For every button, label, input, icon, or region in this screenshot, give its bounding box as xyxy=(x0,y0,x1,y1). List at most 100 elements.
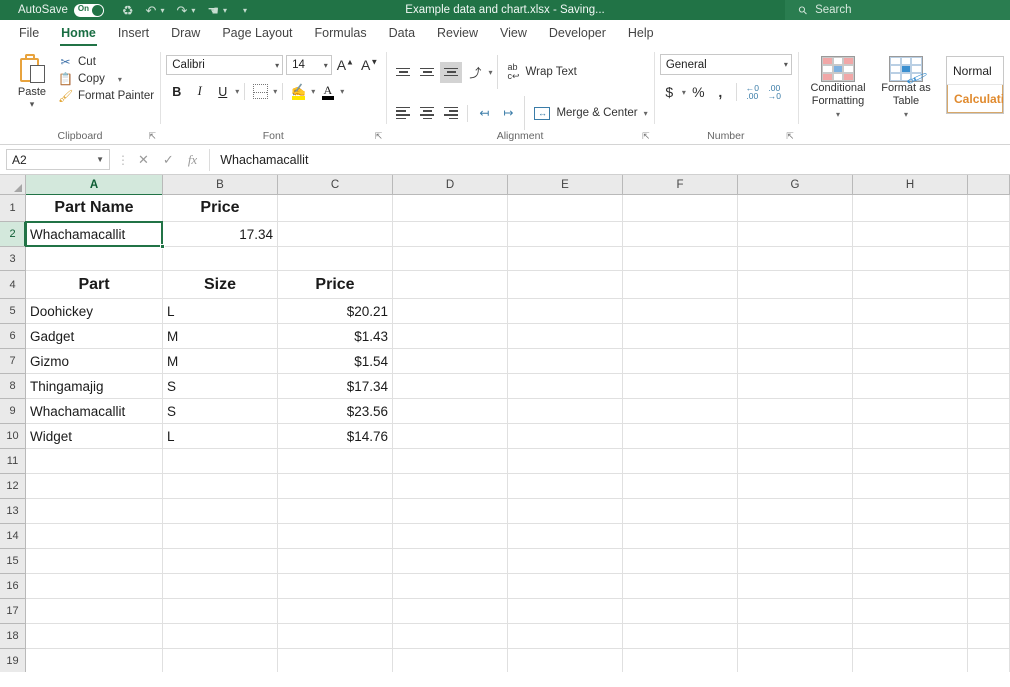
merge-center-chevron-down-icon[interactable]: ▾ xyxy=(644,109,648,118)
cell-C4[interactable]: Price xyxy=(278,271,393,298)
name-box[interactable]: A2 ▼ xyxy=(6,149,110,170)
cell-B18[interactable] xyxy=(163,624,278,648)
row-header-18[interactable]: 18 xyxy=(0,624,25,649)
row-header-3[interactable]: 3 xyxy=(0,247,25,271)
cell-G3[interactable] xyxy=(738,247,853,270)
cell-F7[interactable] xyxy=(623,349,738,373)
cut-button[interactable]: ✂ Cut xyxy=(58,55,154,69)
cell-B7[interactable]: M xyxy=(163,349,278,373)
redo-chevron-down-icon[interactable]: ▾ xyxy=(191,6,195,15)
touch-mode-icon[interactable]: ☚ xyxy=(207,4,219,17)
cell-A1[interactable]: Part Name xyxy=(26,195,163,221)
cell-A5[interactable]: Doohickey xyxy=(26,299,163,323)
cell-E9[interactable] xyxy=(508,399,623,423)
cell-H9[interactable] xyxy=(853,399,968,423)
orientation-button[interactable]: ⤴ xyxy=(464,62,486,83)
cell-B14[interactable] xyxy=(163,524,278,548)
accounting-chevron-down-icon[interactable]: ▾ xyxy=(682,88,686,97)
cell-D13[interactable] xyxy=(393,499,508,523)
cell-H3[interactable] xyxy=(853,247,968,270)
row-header-9[interactable]: 9 xyxy=(0,399,25,424)
percent-format-button[interactable]: % xyxy=(689,82,708,102)
insert-function-icon[interactable]: fx xyxy=(188,152,197,168)
cell-C11[interactable] xyxy=(278,449,393,473)
tab-home[interactable]: Home xyxy=(50,23,107,47)
cell-H12[interactable] xyxy=(853,474,968,498)
cell-D6[interactable] xyxy=(393,324,508,348)
cell-E3[interactable] xyxy=(508,247,623,270)
decrease-font-size-button[interactable]: A▼ xyxy=(359,57,380,73)
cell-C3[interactable] xyxy=(278,247,393,270)
fill-color-chevron-down-icon[interactable]: ▾ xyxy=(311,87,315,96)
number-dialog-launcher-icon[interactable]: ⇱ xyxy=(786,131,794,142)
cell-C15[interactable] xyxy=(278,549,393,573)
cell-C7[interactable]: $1.54 xyxy=(278,349,393,373)
cell-E12[interactable] xyxy=(508,474,623,498)
cell-D11[interactable] xyxy=(393,449,508,473)
cell-G8[interactable] xyxy=(738,374,853,398)
cell-H11[interactable] xyxy=(853,449,968,473)
tab-help[interactable]: Help xyxy=(617,23,665,47)
tab-file[interactable]: File xyxy=(8,23,50,47)
cell-B5[interactable]: L xyxy=(163,299,278,323)
cell-E14[interactable] xyxy=(508,524,623,548)
cell-C14[interactable] xyxy=(278,524,393,548)
cell-H6[interactable] xyxy=(853,324,968,348)
comma-format-button[interactable]: , xyxy=(711,82,730,102)
cell-G2[interactable] xyxy=(738,222,853,246)
column-header-F[interactable]: F xyxy=(623,175,738,195)
conditional-formatting-button[interactable]: Conditional Formatting ▾ xyxy=(804,52,872,121)
format-painter-button[interactable]: 🖌 Format Painter xyxy=(58,89,154,103)
column-header-C[interactable]: C xyxy=(278,175,393,195)
fill-color-button[interactable]: ✍ xyxy=(288,81,309,102)
cell-E11[interactable] xyxy=(508,449,623,473)
cell-C18[interactable] xyxy=(278,624,393,648)
cell-C16[interactable] xyxy=(278,574,393,598)
format-as-table-button[interactable]: 🖌 Format as Table ▾ xyxy=(872,52,940,121)
cell-F2[interactable] xyxy=(623,222,738,246)
cell-B3[interactable] xyxy=(163,247,278,270)
cell-X17[interactable] xyxy=(968,599,1010,623)
cell-D9[interactable] xyxy=(393,399,508,423)
cell-B16[interactable] xyxy=(163,574,278,598)
cell-E5[interactable] xyxy=(508,299,623,323)
cell-G13[interactable] xyxy=(738,499,853,523)
cell-H19[interactable] xyxy=(853,649,968,672)
cell-F4[interactable] xyxy=(623,271,738,298)
cell-G14[interactable] xyxy=(738,524,853,548)
cell-D2[interactable] xyxy=(393,222,508,246)
cell-G12[interactable] xyxy=(738,474,853,498)
paste-button[interactable]: Paste ▾ xyxy=(6,50,58,110)
cell-D3[interactable] xyxy=(393,247,508,270)
cell-X7[interactable] xyxy=(968,349,1010,373)
column-header-H[interactable]: H xyxy=(853,175,968,195)
cell-H16[interactable] xyxy=(853,574,968,598)
cell-F12[interactable] xyxy=(623,474,738,498)
decrease-indent-button[interactable]: ↤ xyxy=(473,103,495,124)
cell-A9[interactable]: Whachamacallit xyxy=(26,399,163,423)
cell-C1[interactable] xyxy=(278,195,393,221)
cell-H15[interactable] xyxy=(853,549,968,573)
cell-H13[interactable] xyxy=(853,499,968,523)
cell-X2[interactable] xyxy=(968,222,1010,246)
underline-chevron-down-icon[interactable]: ▾ xyxy=(235,87,239,96)
cell-A10[interactable]: Widget xyxy=(26,424,163,448)
tab-review[interactable]: Review xyxy=(426,23,489,47)
conditional-formatting-chevron-down-icon[interactable]: ▾ xyxy=(836,108,840,121)
column-header-extra[interactable] xyxy=(968,175,1010,195)
cell-F19[interactable] xyxy=(623,649,738,672)
cell-B1[interactable]: Price xyxy=(163,195,278,221)
font-dialog-launcher-icon[interactable]: ⇱ xyxy=(375,131,383,142)
wrap-text-button[interactable]: ab c↩ Wrap Text xyxy=(507,63,576,81)
cell-X19[interactable] xyxy=(968,649,1010,672)
row-header-8[interactable]: 8 xyxy=(0,374,25,399)
cell-E6[interactable] xyxy=(508,324,623,348)
cell-F17[interactable] xyxy=(623,599,738,623)
save-sync-icon[interactable]: ♻ xyxy=(122,4,134,17)
font-name-combobox[interactable]: Calibri ▾ xyxy=(166,55,284,75)
paste-chevron-down-icon[interactable]: ▾ xyxy=(30,99,35,110)
redo-icon[interactable]: ↷ xyxy=(176,4,187,17)
autosave-control[interactable]: AutoSave On xyxy=(18,3,104,17)
cell-B2[interactable]: 17.34 xyxy=(163,222,278,246)
cancel-entry-icon[interactable]: ✕ xyxy=(138,152,149,168)
